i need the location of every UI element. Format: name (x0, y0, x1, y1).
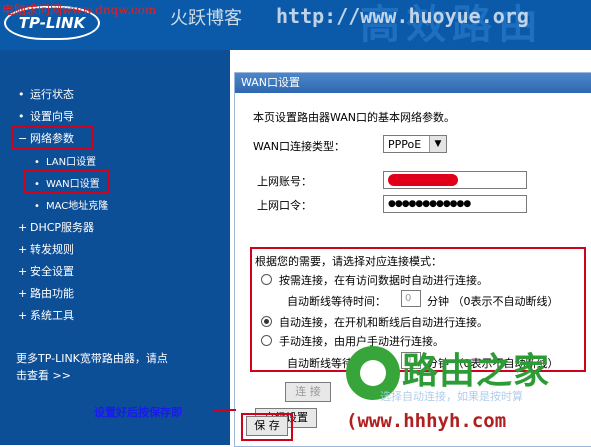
bullet-icon: • (18, 88, 25, 101)
account-label: 上网账号： (257, 175, 312, 188)
password-label: 上网口令： (257, 199, 312, 212)
conn-type-select[interactable]: PPPoE ▼ (383, 135, 447, 153)
idle-unit: 分钟 （0表示不自动断线） (427, 295, 559, 308)
radio-auto[interactable] (261, 316, 272, 327)
redaction-mark (388, 174, 458, 186)
panel-intro: 本页设置路由器WAN口的基本网络参数。 (253, 111, 456, 124)
sidebar-item-label: DHCP服务器 (30, 221, 95, 234)
sidebar: • 运行状态 • 设置向导 − 网络参数 • LAN口设置 • WAN口设置 • MAC地址… (0, 50, 230, 445)
sidebar-item-wizard[interactable]: • 设置向导 (18, 108, 74, 124)
conn-type-label: WAN口连接类型： (253, 140, 346, 153)
more-products-link[interactable]: 更多TP-LINK宽带路由器，请点击查看 >> (16, 350, 176, 384)
sidebar-item-lan[interactable]: • LAN口设置 (34, 153, 96, 168)
sidebar-item-label: 路由功能 (30, 287, 74, 300)
idle-time-input[interactable]: 0 (401, 290, 421, 307)
sidebar-item-label: 系统工具 (30, 309, 74, 322)
expand-icon: + (18, 287, 28, 300)
sidebar-item-label: 安全设置 (30, 265, 74, 278)
account-input[interactable] (383, 171, 527, 189)
sidebar-item-network-params[interactable]: − 网络参数 (18, 130, 74, 146)
save-annotation: 设置好后按保存即 (94, 406, 182, 419)
sidebar-item-wan[interactable]: • WAN口设置 (34, 175, 100, 190)
expand-icon: + (18, 243, 28, 256)
sidebar-item-label: 网络参数 (30, 132, 74, 145)
radio-on-demand[interactable] (261, 274, 272, 285)
panel-title: WAN口设置 (235, 73, 591, 93)
annotation-arrow-icon (214, 409, 236, 411)
expand-icon: + (18, 221, 28, 234)
watermark-url: http://www.huoyue.org (276, 4, 529, 28)
sidebar-item-dhcp[interactable]: + DHCP服务器 (18, 219, 94, 235)
mode-auto-label: 自动连接，在开机和断线后自动进行连接。 (279, 316, 488, 329)
chevron-down-icon: ▼ (429, 136, 446, 152)
sidebar-item-mac-clone[interactable]: • MAC地址克隆 (34, 197, 108, 212)
sidebar-item-label: LAN口设置 (46, 157, 97, 168)
expand-icon: + (18, 309, 28, 322)
save-button[interactable]: 保 存 (246, 416, 288, 436)
bullet-icon: • (34, 201, 40, 212)
bullet-icon: • (18, 110, 25, 123)
watermark-brand: 路由之家 (402, 351, 551, 392)
bullet-icon: • (34, 179, 40, 190)
sidebar-item-system-tools[interactable]: + 系统工具 (18, 307, 74, 323)
radio-manual[interactable] (261, 335, 272, 346)
sidebar-item-label: 设置向导 (30, 110, 74, 123)
mode-title: 根据您的需要，请选择对应连接模式： (255, 255, 442, 268)
sidebar-item-label: 运行状态 (30, 88, 74, 101)
password-input[interactable]: ●●●●●●●●●●●● (383, 195, 527, 213)
sidebar-item-label: MAC地址克隆 (46, 201, 109, 212)
sidebar-item-status[interactable]: • 运行状态 (18, 86, 74, 102)
conn-type-value: PPPoE (388, 138, 422, 151)
sidebar-item-label: WAN口设置 (46, 179, 100, 190)
connect-button[interactable]: 连 接 (285, 382, 331, 402)
bullet-icon: • (34, 157, 40, 168)
sidebar-item-forwarding[interactable]: + 转发规则 (18, 241, 74, 257)
expand-icon: + (18, 265, 28, 278)
mode-on-demand-label: 按需连接，在有访问数据时自动进行连接。 (279, 274, 488, 287)
sidebar-item-security[interactable]: + 安全设置 (18, 263, 74, 279)
header-banner: 高效路由 卓越 TP-LINK 电脑求问网www.dnqw.com 火跃博客 h… (0, 0, 591, 50)
watermark-site-url: (www.hhhyh.com (346, 410, 507, 432)
watermark-logo: 路由之家 选择自动连接，如果是按时算 (www.hhhyh.com (340, 334, 591, 445)
idle-label: 自动断线等待时间： (287, 295, 386, 308)
watermark-faded-text: 选择自动连接，如果是按时算 (380, 390, 523, 403)
collapse-icon: − (18, 132, 28, 145)
watermark-mid: 火跃博客 (170, 8, 242, 29)
sidebar-item-label: 转发规则 (30, 243, 74, 256)
watermark-left: 电脑求问网www.dnqw.com (2, 3, 157, 17)
sidebar-item-routing[interactable]: + 路由功能 (18, 285, 74, 301)
